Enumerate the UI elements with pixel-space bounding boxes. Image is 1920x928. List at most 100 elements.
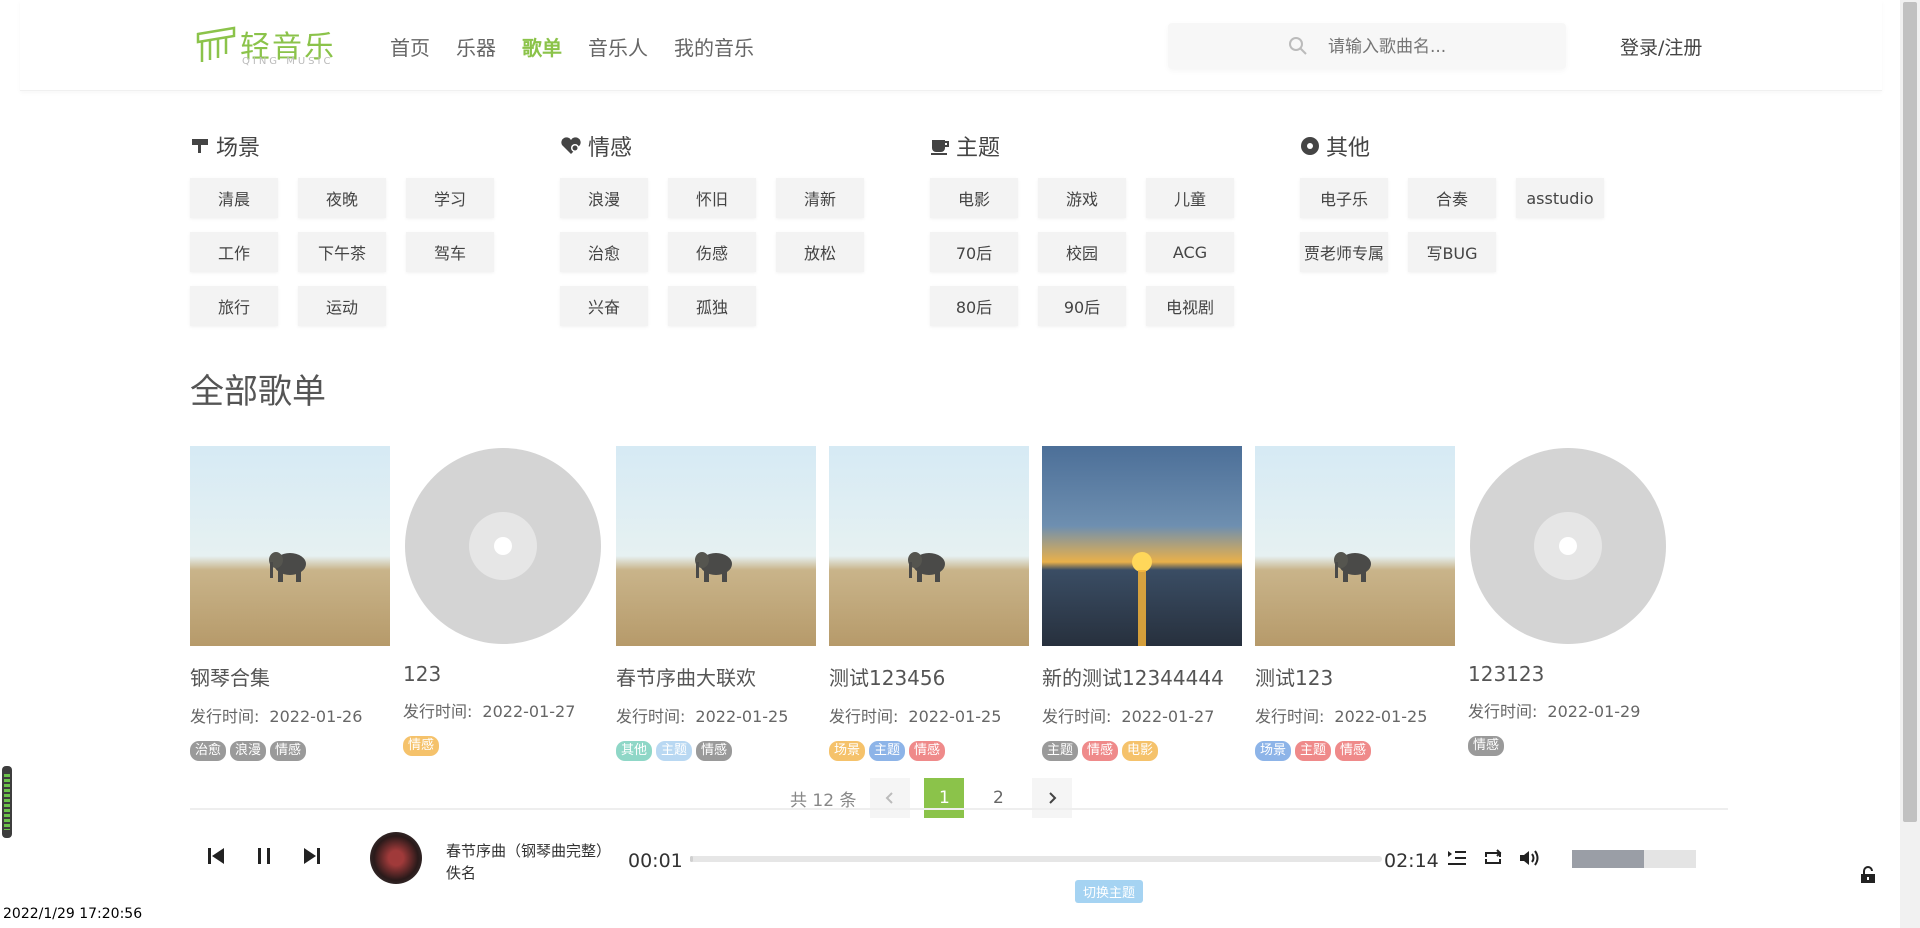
tag-game[interactable]: 游戏 bbox=[1038, 178, 1126, 218]
playlist-cover[interactable] bbox=[829, 446, 1029, 646]
sunset-image bbox=[1132, 552, 1152, 646]
genre-badge[interactable]: 情感 bbox=[909, 741, 946, 761]
pause-icon[interactable] bbox=[254, 846, 274, 866]
playlist-card[interactable]: 测试123456 发行时间: 2022-01-25 场景 主题 情感 bbox=[829, 446, 1029, 761]
volume-fill bbox=[1572, 850, 1644, 868]
playlist-title[interactable]: 新的测试12344444 bbox=[1042, 662, 1242, 691]
genre-badge[interactable]: 主题 bbox=[656, 741, 693, 761]
genre-badge[interactable]: 情感 bbox=[1468, 736, 1505, 756]
tag-electronic[interactable]: 电子乐 bbox=[1300, 178, 1388, 218]
playlist-cover[interactable] bbox=[1042, 446, 1242, 646]
tag-80s[interactable]: 80后 bbox=[930, 286, 1018, 326]
playlist-cover[interactable] bbox=[403, 446, 603, 646]
page-scrollbar[interactable] bbox=[1900, 0, 1920, 928]
playlist-title[interactable]: 123123 bbox=[1468, 662, 1668, 686]
playlist-card[interactable]: 新的测试12344444 发行时间: 2022-01-27 主题 情感 电影 bbox=[1042, 446, 1242, 761]
progress-slider[interactable] bbox=[690, 856, 1382, 862]
nav-musicians[interactable]: 音乐人 bbox=[588, 32, 648, 61]
tag-romantic[interactable]: 浪漫 bbox=[560, 178, 648, 218]
tag-afternoon-tea[interactable]: 下午茶 bbox=[298, 232, 386, 272]
tag-healing[interactable]: 治愈 bbox=[560, 232, 648, 272]
nav-my-music[interactable]: 我的音乐 bbox=[674, 32, 754, 61]
album-avatar[interactable] bbox=[370, 832, 422, 884]
switch-theme-button[interactable]: 切换主题 bbox=[1075, 880, 1144, 903]
tag-campus[interactable]: 校园 bbox=[1038, 232, 1126, 272]
scrollbar-thumb[interactable] bbox=[1903, 2, 1917, 822]
genre-badge[interactable]: 浪漫 bbox=[230, 741, 267, 761]
genre-badge[interactable]: 情感 bbox=[696, 741, 733, 761]
tag-asstudio[interactable]: asstudio bbox=[1516, 178, 1604, 218]
genre-badge[interactable]: 情感 bbox=[1335, 741, 1372, 761]
tag-relax[interactable]: 放松 bbox=[776, 232, 864, 272]
playlist-card[interactable]: 春节序曲大联欢 发行时间: 2022-01-25 其他 主题 情感 bbox=[616, 446, 816, 761]
playlist-cover[interactable] bbox=[1468, 446, 1668, 646]
release-date-value: 2022-01-26 bbox=[269, 707, 363, 726]
tag-teacher-jia[interactable]: 贾老师专属 bbox=[1300, 232, 1388, 272]
tag-excited[interactable]: 兴奋 bbox=[560, 286, 648, 326]
now-playing-artist: 佚名 bbox=[446, 864, 477, 882]
tag-morning[interactable]: 清晨 bbox=[190, 178, 278, 218]
tag-travel[interactable]: 旅行 bbox=[190, 286, 278, 326]
tag-90s[interactable]: 90后 bbox=[1038, 286, 1126, 326]
genre-badge[interactable]: 主题 bbox=[1295, 741, 1332, 761]
search-input[interactable] bbox=[1326, 31, 1550, 63]
genre-badge[interactable]: 治愈 bbox=[190, 741, 227, 761]
genre-badge[interactable]: 其他 bbox=[616, 741, 653, 761]
genre-badge[interactable]: 情感 bbox=[403, 736, 440, 756]
playlist-icon[interactable] bbox=[1446, 848, 1468, 868]
playlist-card[interactable]: 钢琴合集 发行时间: 2022-01-26 治愈 浪漫 情感 bbox=[190, 446, 390, 761]
tag-fresh[interactable]: 清新 bbox=[776, 178, 864, 218]
genre-badge[interactable]: 主题 bbox=[869, 741, 906, 761]
repeat-icon[interactable] bbox=[1482, 848, 1504, 868]
playlist-title[interactable]: 春节序曲大联欢 bbox=[616, 662, 816, 691]
playlist-cover[interactable] bbox=[190, 446, 390, 646]
playlist-cover[interactable] bbox=[1255, 446, 1455, 646]
genre-badge[interactable]: 场景 bbox=[829, 741, 866, 761]
playlist-title[interactable]: 123 bbox=[403, 662, 603, 686]
logo[interactable]: 轻音乐 QING MUSIC bbox=[196, 22, 336, 70]
tag-driving[interactable]: 驾车 bbox=[406, 232, 494, 272]
playlist-title[interactable]: 钢琴合集 bbox=[190, 662, 390, 691]
tag-acg[interactable]: ACG bbox=[1146, 232, 1234, 272]
volume-slider[interactable] bbox=[1572, 850, 1696, 868]
tag-children[interactable]: 儿童 bbox=[1146, 178, 1234, 218]
badge-list: 情感 bbox=[403, 736, 603, 756]
tag-ensemble[interactable]: 合奏 bbox=[1408, 178, 1496, 218]
tag-sport[interactable]: 运动 bbox=[298, 286, 386, 326]
lock-icon[interactable] bbox=[1860, 866, 1876, 884]
nav-home[interactable]: 首页 bbox=[390, 32, 430, 61]
volume-icon[interactable] bbox=[1518, 848, 1542, 868]
tag-study[interactable]: 学习 bbox=[406, 178, 494, 218]
category-title: 其他 bbox=[1326, 136, 1371, 161]
playlist-card[interactable]: 测试123 发行时间: 2022-01-25 场景 主题 情感 bbox=[1255, 446, 1455, 761]
side-drawer-handle[interactable] bbox=[2, 766, 12, 838]
next-track-icon[interactable] bbox=[302, 846, 322, 866]
nav-instruments[interactable]: 乐器 bbox=[456, 32, 496, 61]
playlist-cover[interactable] bbox=[616, 446, 816, 646]
genre-badge[interactable]: 情感 bbox=[1082, 741, 1119, 761]
genre-badge[interactable]: 电影 bbox=[1122, 741, 1159, 761]
tag-lonely[interactable]: 孤独 bbox=[668, 286, 756, 326]
genre-badge[interactable]: 场景 bbox=[1255, 741, 1292, 761]
tag-night[interactable]: 夜晚 bbox=[298, 178, 386, 218]
search-icon[interactable] bbox=[1288, 36, 1308, 56]
tag-tv-series[interactable]: 电视剧 bbox=[1146, 286, 1234, 326]
tag-70s[interactable]: 70后 bbox=[930, 232, 1018, 272]
tag-nostalgic[interactable]: 怀旧 bbox=[668, 178, 756, 218]
playlist-card[interactable]: 123 发行时间: 2022-01-27 情感 bbox=[403, 446, 603, 756]
lamp-icon bbox=[192, 139, 208, 153]
playlist-title[interactable]: 测试123 bbox=[1255, 662, 1455, 691]
playlist-title[interactable]: 测试123456 bbox=[829, 662, 1029, 691]
nav-playlists[interactable]: 歌单 bbox=[522, 32, 562, 61]
tag-work[interactable]: 工作 bbox=[190, 232, 278, 272]
badge-list: 其他 主题 情感 bbox=[616, 741, 816, 761]
genre-badge[interactable]: 情感 bbox=[270, 741, 307, 761]
tag-movie[interactable]: 电影 bbox=[930, 178, 1018, 218]
tag-write-bug[interactable]: 写BUG bbox=[1408, 232, 1496, 272]
genre-badge[interactable]: 主题 bbox=[1042, 741, 1079, 761]
release-date-label: 发行时间: bbox=[1468, 702, 1538, 721]
tag-sad[interactable]: 伤感 bbox=[668, 232, 756, 272]
login-register-link[interactable]: 登录/注册 bbox=[1620, 33, 1702, 60]
playlist-card[interactable]: 123123 发行时间: 2022-01-29 情感 bbox=[1468, 446, 1668, 756]
previous-track-icon[interactable] bbox=[206, 846, 226, 866]
